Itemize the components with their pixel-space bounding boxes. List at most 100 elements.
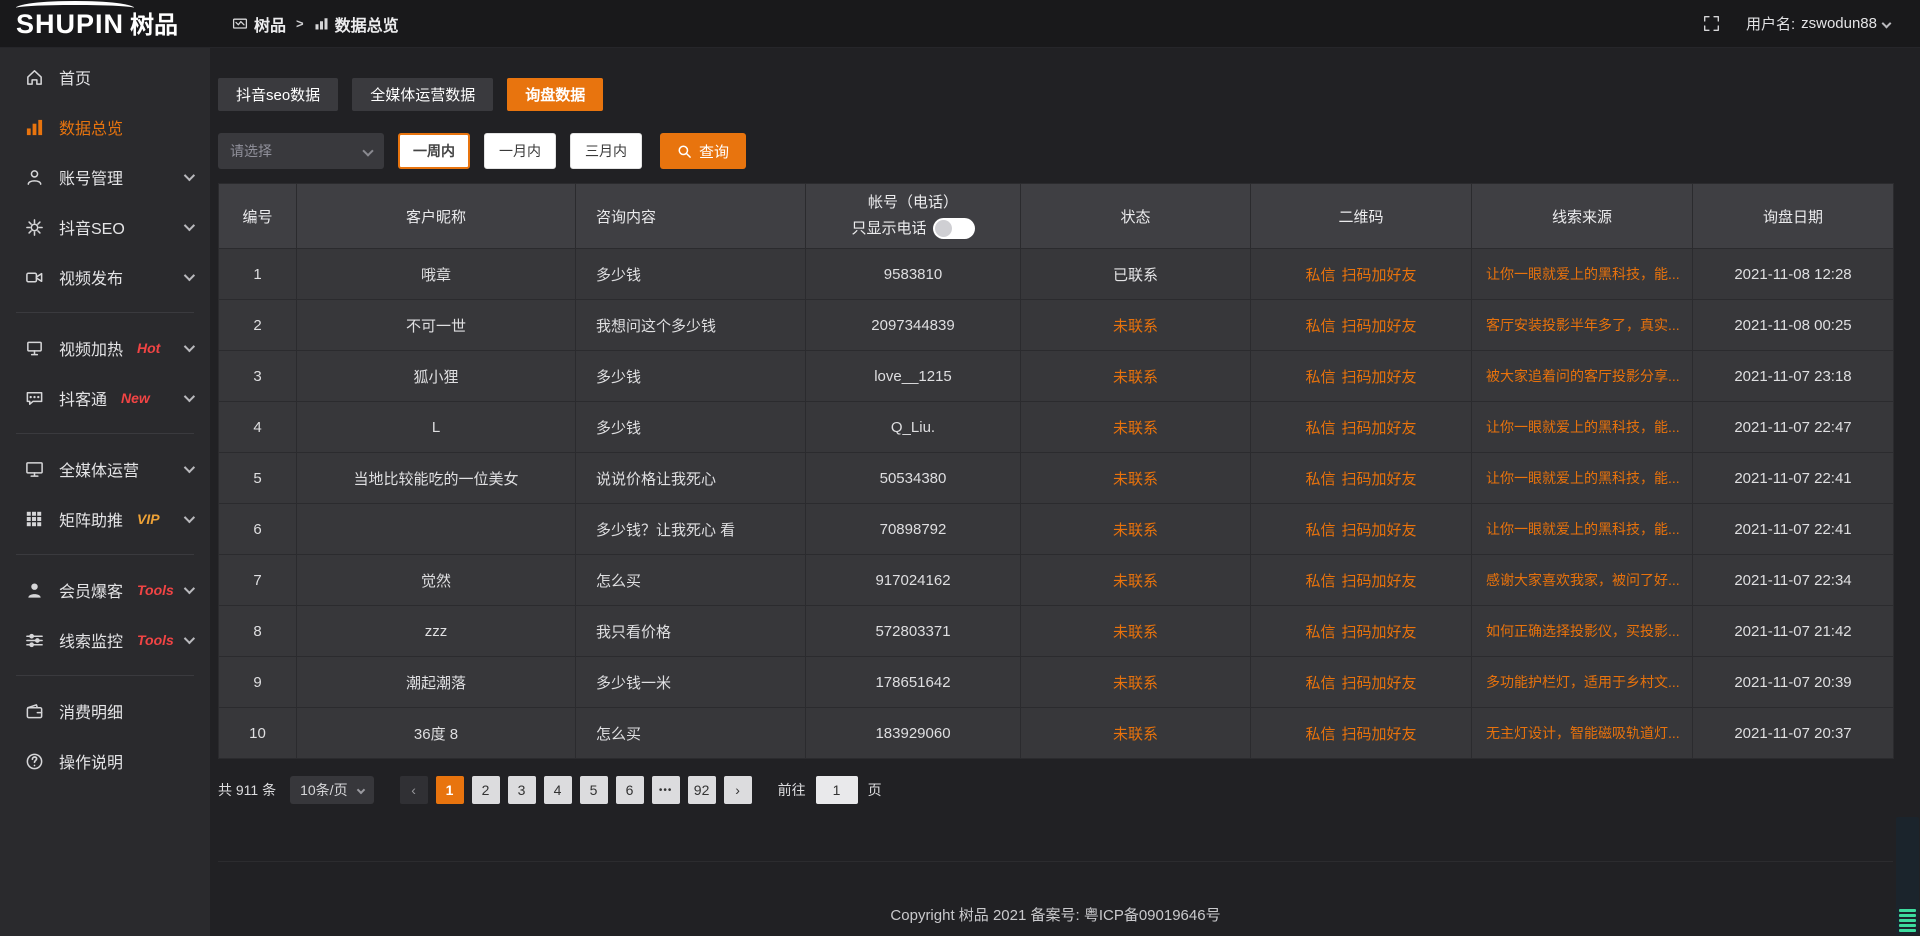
fullscreen-icon[interactable] xyxy=(1703,15,1720,32)
table-row: 8zzz我只看价格572803371未联系私信扫码加好友如何正确选择投影仪，买投… xyxy=(219,606,1894,657)
sidebar-item-douyin-seo[interactable]: 抖音SEO xyxy=(0,202,210,252)
cell-date: 2021-11-07 21:42 xyxy=(1693,606,1894,657)
private-message-link[interactable]: 私信 xyxy=(1305,420,1335,437)
cell-source[interactable]: 被大家追着问的客厅投影分享... xyxy=(1472,351,1693,402)
scan-add-friend-link[interactable]: 扫码加好友 xyxy=(1342,726,1417,743)
sidebar-item-matrix-boost[interactable]: 矩阵助推 VIP xyxy=(0,494,210,544)
table-row: 9潮起潮落多少钱一米178651642未联系私信扫码加好友多功能护栏灯，适用于乡… xyxy=(219,657,1894,708)
col-header-account: 帐号（电话） 只显示电话 xyxy=(806,184,1021,249)
cell-no: 3 xyxy=(219,351,297,402)
scan-add-friend-link[interactable]: 扫码加好友 xyxy=(1342,420,1417,437)
range-button-quarter[interactable]: 三月内 xyxy=(570,133,642,169)
sidebar-item-video-heating[interactable]: 视频加热 Hot xyxy=(0,323,210,373)
cell-source[interactable]: 让你一眼就爱上的黑科技，能... xyxy=(1472,453,1693,504)
private-message-link[interactable]: 私信 xyxy=(1305,267,1335,284)
tab-omnimedia-data[interactable]: 全媒体运营数据 xyxy=(352,78,493,111)
private-message-link[interactable]: 私信 xyxy=(1305,726,1335,743)
private-message-link[interactable]: 私信 xyxy=(1305,471,1335,488)
cell-no: 6 xyxy=(219,504,297,555)
scan-add-friend-link[interactable]: 扫码加好友 xyxy=(1342,573,1417,590)
chevron-down-icon xyxy=(184,341,195,352)
cell-source[interactable]: 客厅安装投影半年多了，真实... xyxy=(1472,300,1693,351)
cell-source[interactable]: 让你一眼就爱上的黑科技，能... xyxy=(1472,402,1693,453)
tab-inquiry-data[interactable]: 询盘数据 xyxy=(507,78,603,111)
cell-source[interactable]: 无主灯设计，智能磁吸轨道灯... xyxy=(1472,708,1693,759)
sidebar-item-data-overview[interactable]: 数据总览 xyxy=(0,102,210,152)
chevron-down-icon xyxy=(184,391,195,402)
scan-add-friend-link[interactable]: 扫码加好友 xyxy=(1342,471,1417,488)
private-message-link[interactable]: 私信 xyxy=(1305,369,1335,386)
scan-add-friend-link[interactable]: 扫码加好友 xyxy=(1342,624,1417,641)
page-button-3[interactable]: 3 xyxy=(508,776,536,804)
page-button-6[interactable]: 6 xyxy=(616,776,644,804)
page-button-5[interactable]: 5 xyxy=(580,776,608,804)
phone-only-toggle[interactable] xyxy=(933,218,975,239)
scan-add-friend-link[interactable]: 扫码加好友 xyxy=(1342,267,1417,284)
scan-add-friend-link[interactable]: 扫码加好友 xyxy=(1342,369,1417,386)
range-button-month[interactable]: 一月内 xyxy=(484,133,556,169)
cell-qrcode: 私信扫码加好友 xyxy=(1251,402,1472,453)
table-row: 6多少钱？让我死心 看70898792未联系私信扫码加好友让你一眼就爱上的黑科技… xyxy=(219,504,1894,555)
cell-nickname: 狐小狸 xyxy=(297,351,576,402)
sidebar-item-home[interactable]: 首页 xyxy=(0,52,210,102)
home-icon xyxy=(25,68,44,87)
chevron-down-icon xyxy=(184,462,195,473)
table-row: 7觉然怎么买917024162未联系私信扫码加好友感谢大家喜欢我家，被问了好..… xyxy=(219,555,1894,606)
scan-add-friend-link[interactable]: 扫码加好友 xyxy=(1342,318,1417,335)
sidebar-item-consumption-details[interactable]: 消费明细 xyxy=(0,686,210,736)
private-message-link[interactable]: 私信 xyxy=(1305,573,1335,590)
account-select[interactable]: 请选择 xyxy=(218,133,384,169)
tab-douyin-seo-data[interactable]: 抖音seo数据 xyxy=(218,78,338,111)
bar-chart-icon xyxy=(25,118,44,137)
sidebar-item-account-management[interactable]: 账号管理 xyxy=(0,152,210,202)
cell-nickname: 36度 8 xyxy=(297,708,576,759)
cell-status: 未联系 xyxy=(1021,708,1251,759)
page-button-92[interactable]: 92 xyxy=(688,776,716,804)
page-button-1[interactable]: 1 xyxy=(436,776,464,804)
user-menu[interactable]: 用户名: zswodun88 xyxy=(1746,13,1890,34)
cell-source[interactable]: 让你一眼就爱上的黑科技，能... xyxy=(1472,249,1693,300)
private-message-link[interactable]: 私信 xyxy=(1305,675,1335,692)
private-message-link[interactable]: 私信 xyxy=(1305,318,1335,335)
sidebar-item-operation-guide[interactable]: 操作说明 xyxy=(0,736,210,786)
scan-add-friend-link[interactable]: 扫码加好友 xyxy=(1342,522,1417,539)
private-message-link[interactable]: 私信 xyxy=(1305,522,1335,539)
breadcrumb-current: 数据总览 xyxy=(314,12,399,36)
page-button-2[interactable]: 2 xyxy=(472,776,500,804)
next-page-button[interactable]: › xyxy=(724,776,752,804)
total-count: 共 911 条 xyxy=(218,780,276,800)
scan-add-friend-link[interactable]: 扫码加好友 xyxy=(1342,675,1417,692)
cell-content: 我只看价格 xyxy=(576,606,806,657)
sidebar-item-member-burst[interactable]: 会员爆客 Tools xyxy=(0,565,210,615)
chevron-down-icon xyxy=(184,170,195,181)
search-button[interactable]: 查询 xyxy=(660,133,746,169)
sidebar-divider xyxy=(16,675,194,676)
cell-qrcode: 私信扫码加好友 xyxy=(1251,555,1472,606)
cell-source[interactable]: 如何正确选择投影仪，买投影... xyxy=(1472,606,1693,657)
cell-date: 2021-11-07 22:34 xyxy=(1693,555,1894,606)
sidebar-item-lead-monitoring[interactable]: 线索监控 Tools xyxy=(0,615,210,665)
sidebar-divider xyxy=(16,433,194,434)
cell-source[interactable]: 让你一眼就爱上的黑科技，能... xyxy=(1472,504,1693,555)
goto-page-input[interactable] xyxy=(816,776,858,804)
page-button-more[interactable]: ••• xyxy=(652,776,680,804)
private-message-link[interactable]: 私信 xyxy=(1305,624,1335,641)
sidebar-item-douketong[interactable]: 抖客通 New xyxy=(0,373,210,423)
page-button-4[interactable]: 4 xyxy=(544,776,572,804)
prev-page-button[interactable]: ‹ xyxy=(400,776,428,804)
cell-source[interactable]: 多功能护栏灯，适用于乡村文... xyxy=(1472,657,1693,708)
cell-nickname: 潮起潮落 xyxy=(297,657,576,708)
sidebar-item-omnimedia-operation[interactable]: 全媒体运营 xyxy=(0,444,210,494)
page-size-select[interactable]: 10条/页 xyxy=(290,776,373,804)
breadcrumb-root[interactable]: 树品 xyxy=(232,12,286,36)
sidebar: 首页 数据总览 账号管理 抖音SEO 视频发布 视频加热 Hot 抖客通 New… xyxy=(0,48,210,936)
cell-account: 572803371 xyxy=(806,606,1021,657)
new-badge: New xyxy=(121,390,150,406)
cell-date: 2021-11-07 20:39 xyxy=(1693,657,1894,708)
sidebar-item-video-publish[interactable]: 视频发布 xyxy=(0,252,210,302)
topbar: SHUPIN 树品 树品 > 数据总览 用户名: zswodun88 xyxy=(0,0,1920,48)
cell-source[interactable]: 感谢大家喜欢我家，被问了好... xyxy=(1472,555,1693,606)
range-button-week[interactable]: 一周内 xyxy=(398,133,470,169)
cell-qrcode: 私信扫码加好友 xyxy=(1251,351,1472,402)
inquiry-table: 编号 客户昵称 咨询内容 帐号（电话） 只显示电话 状态 二维码 线索来源 询盘… xyxy=(218,183,1894,759)
